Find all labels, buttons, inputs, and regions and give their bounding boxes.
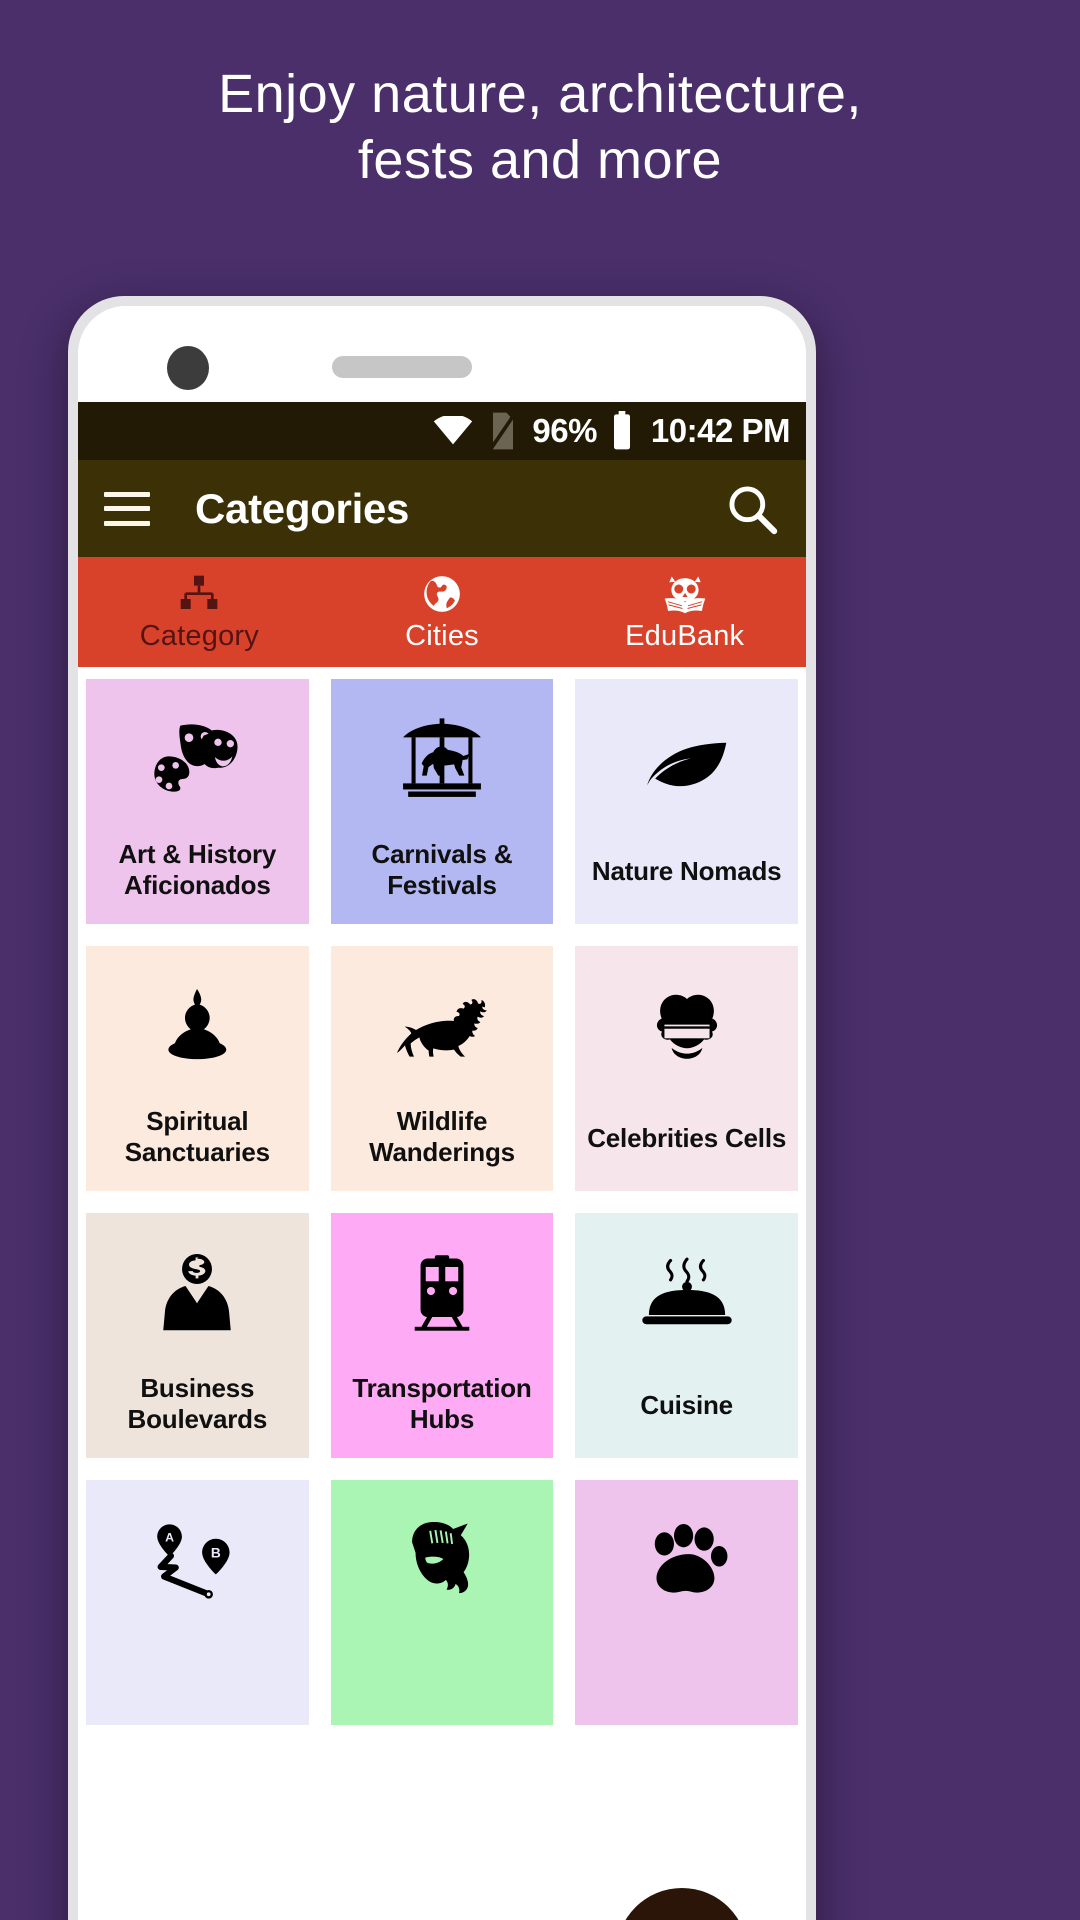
tile-art-history[interactable]: Art & History Aficionados <box>86 679 309 924</box>
lion-icon <box>331 946 554 1106</box>
tile-label: Art & History Aficionados <box>118 838 277 901</box>
tab-label-edubank: EduBank <box>625 619 745 652</box>
status-bar-clock: 10:42 PM <box>650 412 791 449</box>
android-status-bar: 96% 10:42 PM <box>78 402 806 460</box>
tile-ancient-history[interactable] <box>330 1480 554 1725</box>
search-icon[interactable] <box>724 481 780 537</box>
tile-transportation-hubs[interactable]: Transportation Hubs <box>330 1213 554 1458</box>
theatre-masks-palette-icon <box>86 679 309 839</box>
tile-wildlife-wanderings[interactable]: Wildlife Wanderings <box>330 946 554 1191</box>
category-grid: Art & History Aficionados Carnivals & Fe… <box>86 679 798 1725</box>
tile-label: Celebrities Cells <box>587 1123 787 1154</box>
svg-text:A: A <box>165 1530 174 1544</box>
tile-cuisine[interactable]: Cuisine <box>575 1213 798 1458</box>
promo-headline: Enjoy nature, architecture, fests and mo… <box>0 62 1080 194</box>
phone-top-bezel <box>78 306 806 402</box>
phone-screen: 96% 10:42 PM Categories Category Cities … <box>78 306 806 1920</box>
paw-icon <box>575 1480 798 1640</box>
carousel-icon <box>331 679 554 839</box>
promo-line-1: Enjoy nature, architecture, <box>218 64 862 124</box>
tile-business-boulevards[interactable]: Business Boulevards <box>86 1213 309 1458</box>
train-icon <box>331 1213 554 1373</box>
tile-spiritual-sanctuaries[interactable]: Spiritual Sanctuaries <box>86 946 309 1191</box>
tab-category[interactable]: Category <box>78 557 321 667</box>
tile-label: Nature Nomads <box>591 856 782 887</box>
hamburger-menu-icon[interactable] <box>104 491 150 526</box>
tile-label: Wildlife Wanderings <box>369 1105 515 1168</box>
spartan-helmet-icon <box>331 1480 554 1640</box>
phone-frame: 96% 10:42 PM Categories Category Cities … <box>68 296 816 1920</box>
page-title: Categories <box>195 484 410 532</box>
sim-off-icon <box>488 411 518 451</box>
globe-icon <box>421 572 463 616</box>
tile-carnivals-festivals[interactable]: Carnivals & Festivals <box>330 679 554 924</box>
category-grid-container[interactable]: Art & History Aficionados Carnivals & Fe… <box>78 667 806 1920</box>
svg-text:B: B <box>211 1545 221 1560</box>
food-cloche-icon <box>575 1213 798 1373</box>
tile-celebrities-cells[interactable]: Celebrities Cells <box>575 946 798 1191</box>
tile-label: Carnivals & Festivals <box>371 838 513 901</box>
tile-label: Cuisine <box>640 1390 733 1421</box>
tab-bar: Category Cities EduBank <box>78 557 806 667</box>
app-bar: Categories <box>78 460 806 557</box>
tile-label: Transportation Hubs <box>352 1372 532 1435</box>
battery-percent-label: 96% <box>532 412 597 449</box>
tile-label: Spiritual Sanctuaries <box>124 1105 270 1168</box>
person-guide-icon <box>645 1915 719 1920</box>
person-guide-fab[interactable] <box>616 1888 748 1920</box>
route-a-b-icon: A B <box>86 1480 309 1640</box>
wifi-icon <box>432 416 474 446</box>
tile-label: Business Boulevards <box>127 1372 268 1435</box>
celebrity-icon <box>575 946 798 1106</box>
buddha-icon <box>86 946 309 1106</box>
leaf-icon <box>575 679 798 839</box>
tile-pet-friendly[interactable] <box>575 1480 798 1725</box>
front-camera-icon <box>167 346 209 390</box>
tab-edubank[interactable]: EduBank <box>563 557 806 667</box>
tab-label-category: Category <box>139 619 259 652</box>
tab-cities[interactable]: Cities <box>321 557 564 667</box>
businessman-icon <box>86 1213 309 1373</box>
owl-book-icon <box>660 572 710 616</box>
tile-nature-nomads[interactable]: Nature Nomads <box>575 679 798 924</box>
sitemap-icon <box>178 572 220 616</box>
tab-label-cities: Cities <box>405 619 479 652</box>
tile-route-planner[interactable]: A B <box>86 1480 309 1725</box>
promo-line-2: fests and more <box>357 129 723 190</box>
earpiece-speaker <box>332 356 472 378</box>
battery-full-icon <box>611 411 633 451</box>
